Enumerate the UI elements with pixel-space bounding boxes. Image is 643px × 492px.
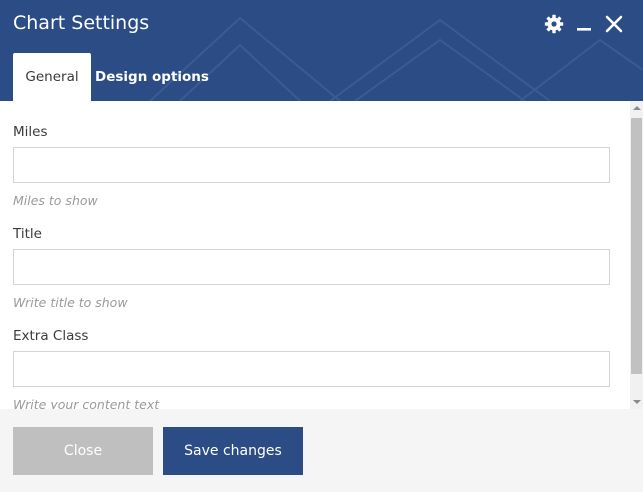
save-changes-button[interactable]: Save changes — [163, 427, 303, 475]
minimize-icon[interactable] — [573, 13, 595, 35]
miles-label: Miles — [13, 124, 48, 140]
scrollbar-thumb[interactable] — [631, 118, 642, 374]
close-button[interactable]: Close — [13, 427, 153, 475]
close-icon[interactable] — [603, 13, 625, 35]
dialog-footer: Close Save changes — [0, 409, 643, 492]
scroll-up-arrow-icon[interactable] — [630, 101, 643, 115]
chart-settings-dialog: Chart Settings General Design options Mi… — [0, 0, 643, 492]
dialog-title: Chart Settings — [13, 12, 150, 34]
extra-class-label: Extra Class — [13, 328, 89, 344]
title-help-text: Write title to show — [13, 295, 128, 310]
title-input[interactable] — [13, 249, 610, 285]
scroll-down-arrow-icon[interactable] — [630, 395, 643, 409]
miles-input[interactable] — [13, 147, 610, 183]
tab-general[interactable]: General — [13, 53, 91, 101]
dialog-header: Chart Settings General Design options — [0, 0, 643, 101]
miles-help-text: Miles to show — [13, 193, 98, 208]
gear-icon[interactable] — [543, 13, 565, 35]
content-scrollbar[interactable] — [630, 101, 643, 409]
extra-class-input[interactable] — [13, 351, 610, 387]
settings-form: Miles Miles to show Title Write title to… — [0, 101, 630, 409]
tab-design-options[interactable]: Design options — [91, 53, 213, 101]
title-label: Title — [13, 226, 42, 242]
extra-class-help-text: Write your content text — [13, 397, 160, 409]
